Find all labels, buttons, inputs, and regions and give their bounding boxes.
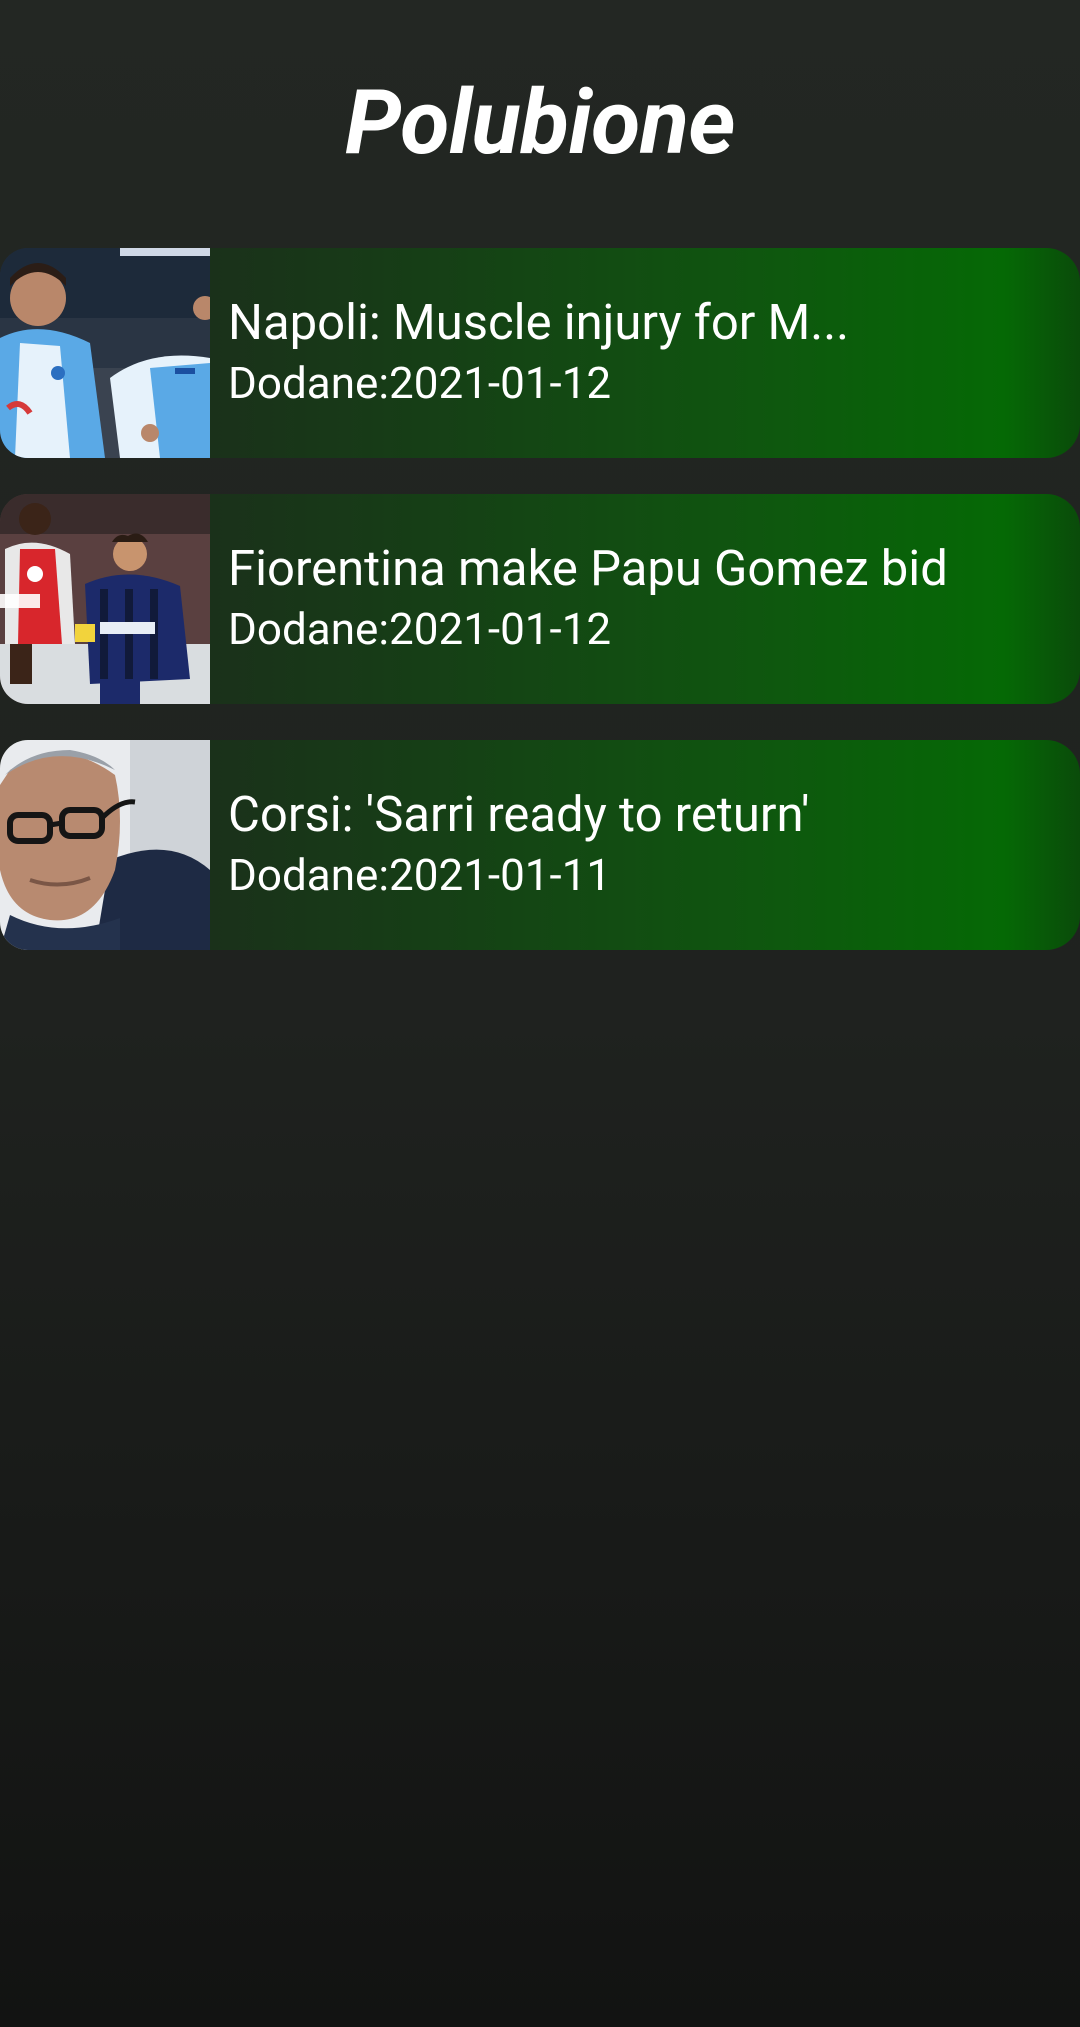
article-date: Dodane:2021-01-12 (228, 357, 612, 409)
article-thumbnail (0, 248, 210, 458)
article-thumbnail (0, 740, 210, 950)
article-thumbnail (0, 494, 210, 704)
article-headline: Corsi: 'Sarri ready to return' (228, 786, 810, 843)
list-item[interactable]: Napoli: Muscle injury for M... Dodane:20… (0, 248, 1080, 458)
list-item[interactable]: Corsi: 'Sarri ready to return' Dodane:20… (0, 740, 1080, 950)
article-headline: Napoli: Muscle injury for M... (228, 294, 850, 351)
page-title: Polubione (344, 70, 736, 175)
favorites-list: Napoli: Muscle injury for M... Dodane:20… (0, 248, 1080, 986)
article-headline: Fiorentina make Papu Gomez bid (228, 540, 948, 597)
list-item[interactable]: Fiorentina make Papu Gomez bid Dodane:20… (0, 494, 1080, 704)
article-date: Dodane:2021-01-11 (228, 849, 612, 901)
article-date: Dodane:2021-01-12 (228, 603, 612, 655)
